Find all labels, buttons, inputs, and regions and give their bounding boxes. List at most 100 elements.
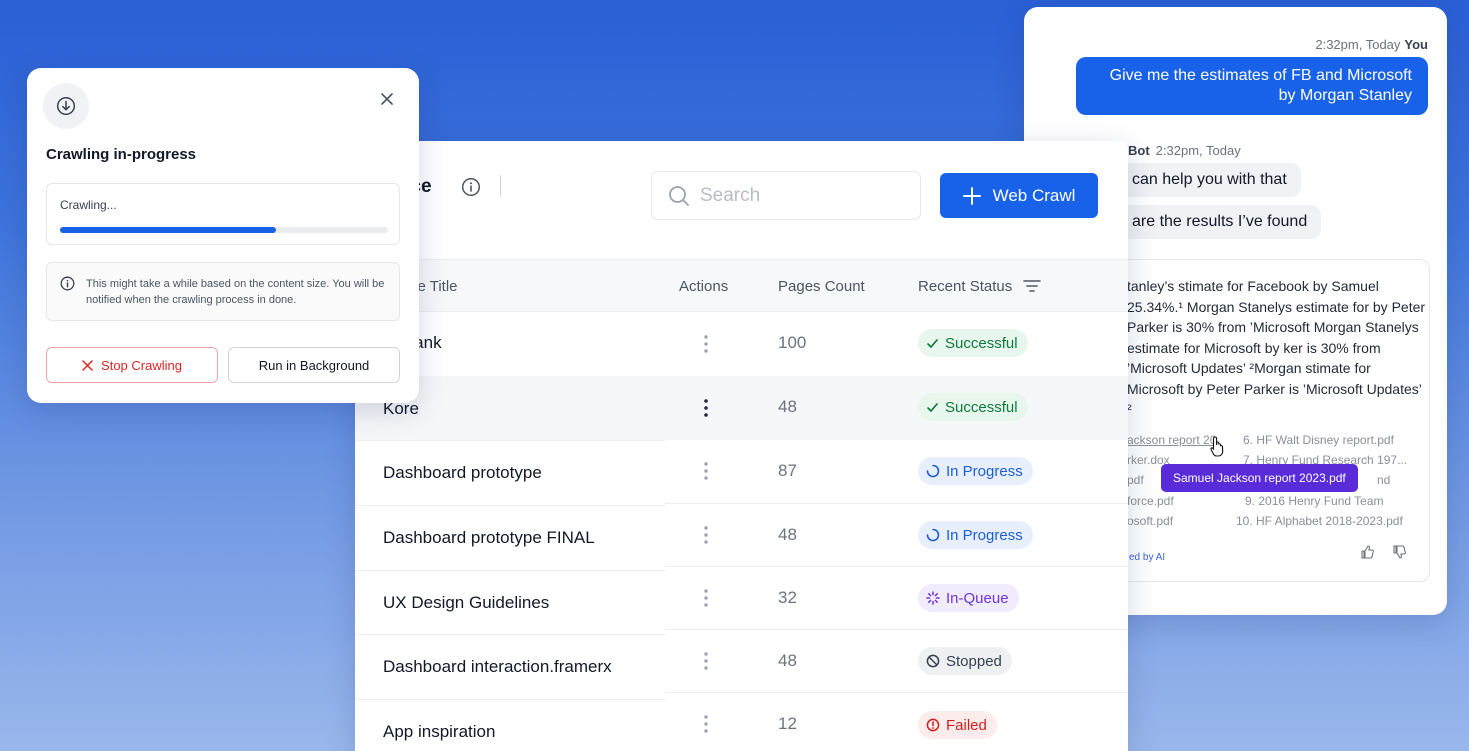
source-title[interactable]: Dashboard prototype FINAL xyxy=(383,528,595,548)
stop-crawling-button[interactable]: Stop Crawling xyxy=(46,347,218,383)
run-in-background-label: Run in Background xyxy=(258,357,370,373)
hand-cursor-icon xyxy=(1210,436,1224,457)
pages-count: 87 xyxy=(778,461,797,480)
more-actions-icon[interactable] xyxy=(704,526,708,544)
info-icon[interactable] xyxy=(461,177,481,197)
reference-link[interactable]: nd xyxy=(1377,473,1390,487)
bot-message-time: 2:32pm, Today xyxy=(1155,143,1241,158)
crawl-progress-dialog: Crawling in-progress Crawling... This mi… xyxy=(27,68,419,403)
row-divider xyxy=(665,566,1128,567)
status-label: Successful xyxy=(945,334,1018,352)
sources-panel: rce Web Crawl ce Title Actions Pages Cou… xyxy=(355,141,1128,751)
row-divider xyxy=(665,692,1128,693)
plus-icon xyxy=(962,186,981,205)
table-row[interactable]: er Bank 100 Successful xyxy=(355,312,1128,376)
progress-bar-fill xyxy=(60,227,277,233)
reference-link[interactable]: ackson report 20 xyxy=(1127,433,1216,447)
status-badge: In-Queue xyxy=(918,584,1019,612)
bot-message-meta: Bot 2:32pm, Today xyxy=(1128,143,1241,158)
check-icon xyxy=(927,402,938,412)
status-badge: Successful xyxy=(918,393,1028,421)
user-message-bubble: Give me the estimates of FB and Microsof… xyxy=(1076,57,1428,115)
error-icon xyxy=(926,718,940,732)
more-actions-icon[interactable] xyxy=(704,462,708,480)
user-message-time: 2:32pm, Today xyxy=(1315,37,1401,52)
check-icon xyxy=(927,338,938,348)
web-crawl-button-label: Web Crawl xyxy=(992,185,1076,205)
more-actions-icon[interactable] xyxy=(704,652,708,670)
thumbs-down-icon[interactable] xyxy=(1391,544,1407,560)
table-row[interactable]: Kore 48 Successful xyxy=(355,376,1128,440)
loading-spinner-icon xyxy=(926,528,940,542)
table-row[interactable]: UX Design Guidelines 32 In-Queue xyxy=(355,570,1128,634)
loading-spinner-icon xyxy=(926,464,940,478)
source-title[interactable]: Dashboard interaction.framerx xyxy=(383,657,612,677)
table-row[interactable]: Dashboard prototype FINAL 48 In Progress xyxy=(355,505,1128,569)
column-header-recent-status[interactable]: Recent Status xyxy=(918,278,1012,295)
download-icon-wrapper xyxy=(43,83,89,129)
run-in-background-button[interactable]: Run in Background xyxy=(228,347,400,383)
source-title[interactable]: UX Design Guidelines xyxy=(383,593,549,613)
close-icon xyxy=(82,359,93,371)
reference-link[interactable]: pdf xyxy=(1127,473,1144,487)
bot-answer-card: tanley’s stimate for Facebook by Samuel … xyxy=(1084,259,1430,582)
pages-count: 100 xyxy=(778,333,807,352)
thumbs-up-icon[interactable] xyxy=(1359,544,1375,560)
progress-card: Crawling... xyxy=(46,183,400,245)
source-title[interactable]: Dashboard prototype xyxy=(383,463,542,483)
filter-icon[interactable] xyxy=(1023,279,1041,293)
more-actions-icon[interactable] xyxy=(704,589,708,607)
status-badge: Successful xyxy=(918,329,1028,357)
ai-generated-note: ed by AI xyxy=(1129,552,1166,563)
reference-link[interactable]: 6. HF Walt Disney report.pdf xyxy=(1243,433,1394,447)
search-input[interactable] xyxy=(651,171,921,220)
search-icon xyxy=(669,186,689,206)
bot-name: Bot xyxy=(1128,143,1150,158)
reference-link[interactable]: 9. 2016 Henry Fund Team xyxy=(1245,494,1384,508)
pages-count: 48 xyxy=(778,525,797,544)
column-header-pages-count[interactable]: Pages Count xyxy=(778,278,865,295)
more-actions-icon[interactable] xyxy=(704,715,708,733)
status-label: Successful xyxy=(945,398,1018,416)
pages-count: 32 xyxy=(778,588,797,607)
status-label: Failed xyxy=(946,716,987,734)
status-label: In-Queue xyxy=(946,589,1009,607)
info-note-text: This might take a while based on the con… xyxy=(86,278,385,306)
status-label: In Progress xyxy=(946,526,1023,544)
info-icon xyxy=(60,276,75,291)
dialog-title: Crawling in-progress xyxy=(46,146,197,163)
status-badge: Stopped xyxy=(918,647,1012,675)
pages-count: 48 xyxy=(778,397,797,416)
pages-count: 48 xyxy=(778,651,797,670)
row-divider xyxy=(665,503,1128,504)
pages-count: 12 xyxy=(778,714,797,733)
reference-link[interactable]: osoft.pdf xyxy=(1127,514,1173,528)
progress-bar xyxy=(60,227,388,233)
stop-icon xyxy=(926,654,940,668)
bot-message-bubble: can help you with that xyxy=(1118,163,1301,197)
user-name: You xyxy=(1404,37,1428,52)
more-actions-icon[interactable] xyxy=(704,335,708,353)
reference-tooltip: Samuel Jackson report 2023.pdf xyxy=(1161,464,1358,492)
column-header-actions: Actions xyxy=(679,278,729,295)
reference-link[interactable]: force.pdf xyxy=(1127,494,1174,508)
status-badge: In Progress xyxy=(918,521,1033,549)
user-message-meta: 2:32pm, Today You xyxy=(1315,37,1428,52)
table-row[interactable]: App inspiration 12 Failed xyxy=(355,699,1128,751)
more-actions-icon[interactable] xyxy=(704,399,708,417)
status-badge: In Progress xyxy=(918,457,1033,485)
progress-label: Crawling... xyxy=(60,198,117,212)
status-label: Stopped xyxy=(946,652,1002,670)
info-note: This might take a while based on the con… xyxy=(46,262,400,321)
answer-text: tanley’s stimate for Facebook by Samuel … xyxy=(1127,278,1426,417)
table-header: ce Title Actions Pages Count Recent Stat… xyxy=(355,259,1128,312)
table-row[interactable]: Dashboard interaction.framerx 48 Stopped xyxy=(355,634,1128,698)
download-icon xyxy=(56,96,76,116)
row-divider xyxy=(665,629,1128,630)
web-crawl-button[interactable]: Web Crawl xyxy=(940,173,1098,218)
close-icon[interactable] xyxy=(379,91,395,107)
reference-link[interactable]: 10. HF Alphabet 2018-2023.pdf xyxy=(1236,514,1403,528)
table-row[interactable]: Dashboard prototype 87 In Progress xyxy=(355,440,1128,504)
status-label: In Progress xyxy=(946,462,1023,480)
source-title[interactable]: App inspiration xyxy=(383,722,495,742)
